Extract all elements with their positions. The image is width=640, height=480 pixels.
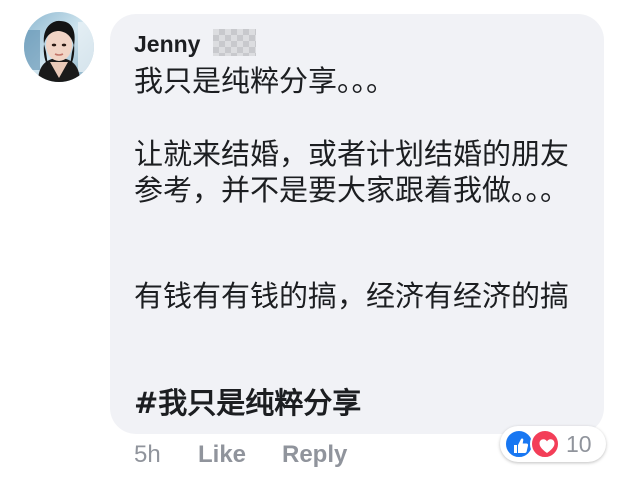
name-redaction: [213, 29, 256, 56]
hashtag-link[interactable]: #我只是纯粹分享: [134, 385, 361, 421]
comment-paragraph: 有钱有有钱的搞，经济有经济的搞: [134, 279, 570, 313]
comment-actions: 5h Like Reply: [134, 440, 347, 470]
avatar-photo: [24, 12, 94, 82]
comment-paragraph: 让就来结婚，或者计划结婚的朋友参考，并不是要大家跟着我做。。。: [134, 137, 570, 207]
like-button[interactable]: Like: [198, 440, 282, 470]
avatar[interactable]: [24, 12, 94, 82]
reaction-count: 10: [566, 431, 592, 457]
comment-timestamp[interactable]: 5h: [134, 440, 198, 470]
reply-button[interactable]: Reply: [282, 440, 347, 470]
reaction-summary[interactable]: 10: [500, 426, 606, 462]
love-reaction-icon: [530, 429, 560, 459]
comment-author-name[interactable]: Jenny: [134, 30, 200, 58]
comment-screenshot: Jenny 我只是纯粹分享。。。 让就来结婚，或者计划结婚的朋友参考，并不是要大…: [0, 0, 640, 480]
comment-paragraph: 我只是纯粹分享。。。: [134, 64, 396, 98]
